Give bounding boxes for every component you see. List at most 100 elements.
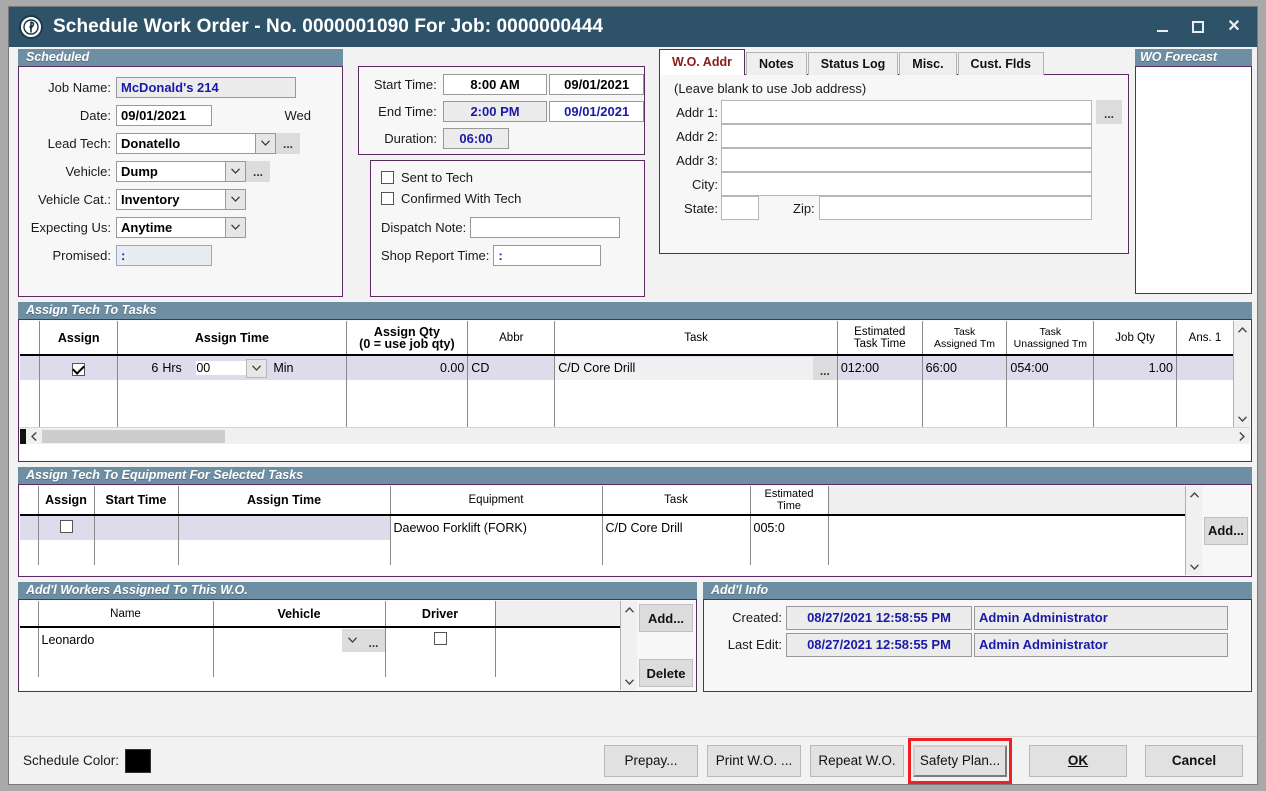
workers-row-selector[interactable] — [20, 652, 39, 677]
tasks-cell-task[interactable] — [554, 380, 838, 405]
sent-to-tech-row[interactable]: Sent to Tech — [381, 167, 644, 188]
equipment-col-assign-time[interactable]: Assign Time — [178, 486, 391, 516]
wo-forecast-list[interactable] — [1135, 66, 1252, 294]
vehicle-dropdown-icon[interactable] — [225, 160, 246, 182]
table-row[interactable]: 6 Hrs 00 Min 0.00 CD C/D Core Drill ... … — [20, 355, 1233, 380]
workers-vertical-scrollbar[interactable] — [620, 601, 637, 690]
tasks-hscroll-thumb[interactable] — [42, 429, 225, 443]
confirmed-with-tech-checkbox[interactable] — [381, 192, 394, 205]
schedule-color-swatch[interactable] — [125, 748, 152, 773]
promised-field[interactable]: : — [116, 244, 212, 266]
tasks-col-assign[interactable]: Assign — [39, 321, 119, 356]
tasks-cell-task-unassigned-tm[interactable]: 054:00 — [1006, 355, 1095, 380]
equipment-cell-assign-time[interactable] — [178, 540, 391, 565]
repeat-wo-button[interactable]: Repeat W.O. — [810, 744, 904, 777]
workers-col-driver[interactable]: Driver — [385, 601, 496, 628]
duration-field[interactable]: 06:00 — [443, 128, 509, 149]
equipment-col-task[interactable]: Task — [602, 486, 751, 516]
tasks-cell-ans1[interactable] — [1176, 355, 1233, 380]
workers-cell-name[interactable]: Leonardo — [38, 627, 214, 652]
tasks-cell-task[interactable] — [554, 405, 838, 427]
workers-cell-driver[interactable] — [385, 652, 496, 677]
tasks-task-browse-button[interactable]: ... — [812, 356, 837, 380]
equipment-add-button[interactable]: Add... — [1204, 516, 1248, 545]
workers-add-button[interactable]: Add... — [639, 604, 693, 632]
equipment-cell-equipment[interactable] — [390, 540, 603, 565]
tab-wo-addr[interactable]: W.O. Addr — [659, 49, 745, 75]
tasks-cell-assign-qty[interactable] — [346, 405, 469, 427]
tasks-cell-job-qty[interactable] — [1093, 380, 1177, 405]
zip-field[interactable] — [818, 196, 1092, 220]
equipment-scroll-up-icon[interactable] — [1186, 487, 1202, 502]
cancel-button[interactable]: Cancel — [1145, 744, 1243, 777]
tasks-cell-estimated-task-time[interactable]: 012:00 — [837, 355, 923, 380]
equipment-row-selector[interactable] — [20, 540, 39, 565]
equipment-cell-filler[interactable] — [828, 540, 1185, 565]
lead-tech-browse-button[interactable]: ... — [276, 132, 300, 154]
start-date-field[interactable]: 09/01/2021 — [549, 74, 644, 95]
workers-cell-name[interactable] — [38, 652, 214, 677]
tab-cust-flds[interactable]: Cust. Flds — [957, 52, 1044, 75]
tasks-cell-job-qty[interactable]: 1.00 — [1093, 355, 1177, 380]
table-row[interactable] — [20, 405, 1233, 427]
equipment-col-estimated-time[interactable]: Estimated Time — [750, 486, 829, 516]
tasks-row-selector[interactable] — [20, 380, 41, 405]
expecting-us-field[interactable]: Anytime — [116, 216, 225, 238]
tasks-scroll-left-icon[interactable] — [26, 429, 42, 444]
tasks-col-ans1[interactable]: Ans. 1 — [1176, 321, 1233, 356]
expecting-us-dropdown-icon[interactable] — [225, 216, 246, 238]
tasks-hours-value[interactable]: 6 — [118, 361, 162, 375]
tasks-cell-job-qty[interactable] — [1093, 405, 1177, 427]
equipment-assign-checkbox[interactable] — [59, 520, 73, 533]
tasks-cell-ans1[interactable] — [1176, 405, 1233, 427]
tasks-col-abbr[interactable]: Abbr — [467, 321, 556, 356]
table-row[interactable] — [20, 540, 1185, 565]
tasks-col-task-assigned-tm[interactable]: Task Assigned Tm — [922, 321, 1008, 356]
city-field[interactable] — [721, 172, 1092, 196]
lead-tech-dropdown-icon[interactable] — [255, 132, 276, 154]
tasks-cell-assign-qty[interactable] — [346, 380, 469, 405]
vehicle-field[interactable]: Dump — [116, 160, 225, 182]
end-date-field[interactable]: 09/01/2021 — [549, 101, 644, 122]
close-button[interactable]: ✕ — [1217, 12, 1251, 42]
tasks-cell-task-unassigned-tm[interactable] — [1006, 405, 1095, 427]
tasks-cell-task-assigned-tm[interactable] — [922, 380, 1008, 405]
vehicle-cat-field[interactable]: Inventory — [116, 188, 225, 210]
workers-delete-button[interactable]: Delete — [639, 659, 693, 687]
vehicle-browse-button[interactable]: ... — [246, 160, 270, 182]
workers-scroll-up-icon[interactable] — [621, 602, 637, 617]
tasks-minutes-value[interactable]: 00 — [196, 361, 247, 375]
equipment-col-assign[interactable]: Assign — [38, 486, 95, 516]
table-row[interactable] — [20, 380, 1233, 405]
confirmed-with-tech-row[interactable]: Confirmed With Tech — [381, 188, 644, 209]
workers-row-selector[interactable] — [20, 627, 39, 652]
tasks-scroll-up-icon[interactable] — [1234, 322, 1250, 337]
prepay-button[interactable]: Prepay... — [604, 744, 698, 777]
job-name-field[interactable]: McDonald's 214 — [116, 76, 296, 98]
shop-report-time-field[interactable]: : — [493, 244, 602, 266]
tasks-cell-assign[interactable] — [39, 380, 119, 405]
tasks-cell-assign-qty[interactable]: 0.00 — [346, 355, 469, 380]
vehicle-cat-dropdown-icon[interactable] — [225, 188, 246, 210]
equipment-scroll-down-icon[interactable] — [1186, 559, 1202, 574]
tasks-vertical-scrollbar[interactable] — [1233, 321, 1250, 427]
tasks-cell-abbr[interactable] — [467, 405, 556, 427]
table-row[interactable]: Daewoo Forklift (FORK) C/D Core Drill 00… — [20, 515, 1185, 540]
tasks-cell-assign-time[interactable]: 6 Hrs 00 Min — [117, 355, 347, 380]
start-time-field[interactable]: 8:00 AM — [442, 74, 548, 95]
table-row[interactable]: Leonardo ... — [20, 627, 620, 652]
tasks-cell-assign-time[interactable] — [117, 380, 347, 405]
sent-to-tech-checkbox[interactable] — [381, 171, 394, 184]
tasks-cell-estimated-task-time[interactable] — [837, 380, 923, 405]
tasks-cell-abbr[interactable]: CD — [467, 355, 556, 380]
tasks-col-job-qty[interactable]: Job Qty — [1093, 321, 1177, 356]
equipment-cell-task[interactable] — [602, 540, 751, 565]
equipment-row-selector[interactable] — [20, 515, 39, 540]
tab-notes[interactable]: Notes — [745, 52, 807, 75]
equipment-vertical-scrollbar[interactable] — [1185, 486, 1202, 575]
state-field[interactable] — [721, 196, 759, 220]
table-row[interactable] — [20, 652, 620, 677]
equipment-cell-start-time[interactable] — [94, 515, 179, 540]
workers-col-name[interactable]: Name — [38, 601, 214, 628]
equipment-cell-estimated-time[interactable] — [750, 540, 829, 565]
